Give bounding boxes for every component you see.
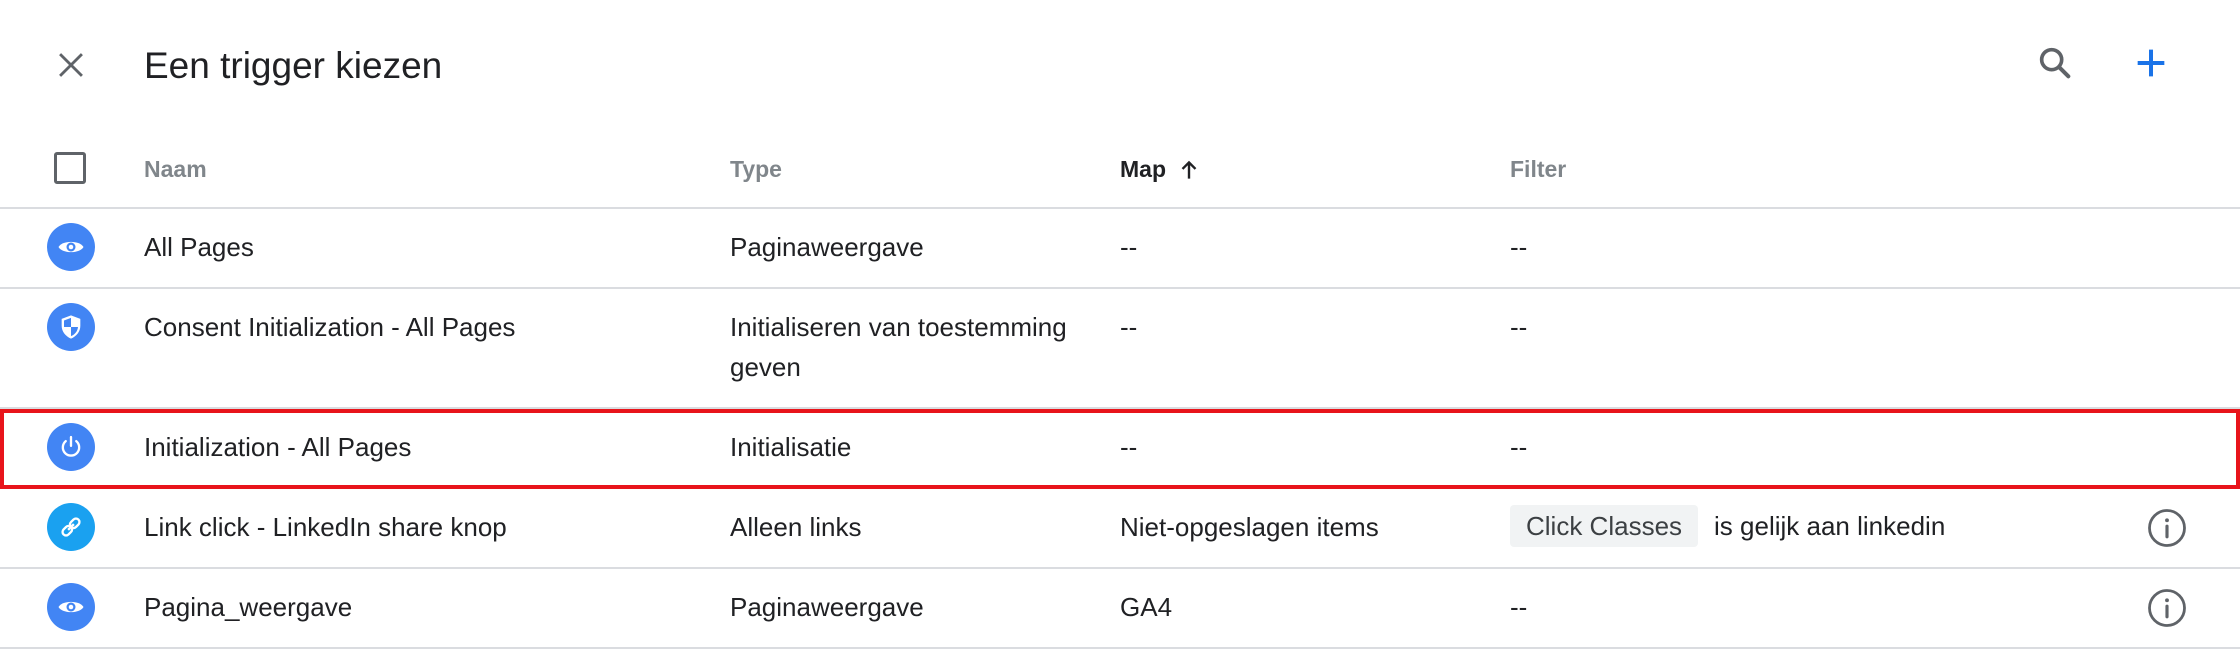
info-button[interactable] xyxy=(2144,505,2190,551)
info-button[interactable] xyxy=(2144,585,2190,631)
trigger-name[interactable]: Consent Initialization - All Pages xyxy=(144,289,704,347)
select-all-checkbox[interactable] xyxy=(54,152,86,184)
search-icon xyxy=(2039,47,2071,79)
column-header-name[interactable]: Naam xyxy=(144,132,207,207)
trigger-type: Paginaweergave xyxy=(730,592,924,622)
eye-icon xyxy=(47,223,95,271)
eye-icon xyxy=(47,583,95,631)
table-header: Naam Type Map Filter xyxy=(0,132,2240,209)
search-button[interactable] xyxy=(2030,38,2080,88)
trigger-name[interactable]: Initialization - All Pages xyxy=(144,409,704,467)
trigger-map: -- xyxy=(1120,232,1138,262)
column-header-filter[interactable]: Filter xyxy=(1510,132,1566,207)
table-row[interactable]: Link click - LinkedIn share knop Alleen … xyxy=(0,489,2240,569)
close-button[interactable] xyxy=(46,40,96,90)
table-row[interactable]: Consent Initialization - All Pages Initi… xyxy=(0,289,2240,409)
trigger-map: -- xyxy=(1120,312,1138,342)
trigger-type: Initialisatie xyxy=(730,432,852,462)
column-header-type[interactable]: Type xyxy=(730,132,782,207)
trigger-filter: -- xyxy=(1510,232,1528,262)
table-row[interactable]: All Pages Paginaweergave -- -- xyxy=(0,209,2240,289)
trigger-name[interactable]: All Pages xyxy=(144,209,704,267)
trigger-type: Alleen links xyxy=(730,512,862,542)
trigger-map: GA4 xyxy=(1120,592,1173,622)
link-icon xyxy=(47,503,95,551)
shield-icon xyxy=(47,303,95,351)
trigger-filter: -- xyxy=(1510,432,1528,462)
trigger-map: -- xyxy=(1120,432,1138,462)
filter-condition: is gelijk aan linkedin xyxy=(1714,511,1946,541)
arrow-up-icon xyxy=(1176,157,1202,183)
close-icon xyxy=(59,53,83,77)
info-icon xyxy=(2148,589,2186,627)
trigger-type: Paginaweergave xyxy=(730,232,924,262)
trigger-name[interactable]: Pagina_weergave xyxy=(144,569,704,627)
power-icon xyxy=(47,423,95,471)
plus-icon xyxy=(2137,49,2165,77)
trigger-type: Initialiseren van toestemming geven xyxy=(730,312,1067,382)
dialog-header: Een trigger kiezen xyxy=(0,0,2240,132)
column-header-map-label: Map xyxy=(1120,156,1166,182)
column-header-map[interactable]: Map xyxy=(1120,132,1202,207)
trigger-filter: -- xyxy=(1510,592,1528,622)
dialog-title: Een trigger kiezen xyxy=(144,45,443,86)
add-trigger-button[interactable] xyxy=(2126,38,2176,88)
trigger-name[interactable]: Link click - LinkedIn share knop xyxy=(144,489,704,547)
trigger-table: Naam Type Map Filter All Pages Paginawee… xyxy=(0,132,2240,649)
table-row-highlighted[interactable]: Initialization - All Pages Initialisatie… xyxy=(0,409,2240,489)
trigger-map: Niet-opgeslagen items xyxy=(1120,512,1379,542)
trigger-filter: Click Classes is gelijk aan linkedin xyxy=(1510,489,2070,547)
table-row[interactable]: Pagina_weergave Paginaweergave GA4 -- xyxy=(0,569,2240,649)
filter-variable-chip: Click Classes xyxy=(1510,505,1699,547)
info-icon xyxy=(2148,509,2186,547)
trigger-filter: -- xyxy=(1510,312,1528,342)
